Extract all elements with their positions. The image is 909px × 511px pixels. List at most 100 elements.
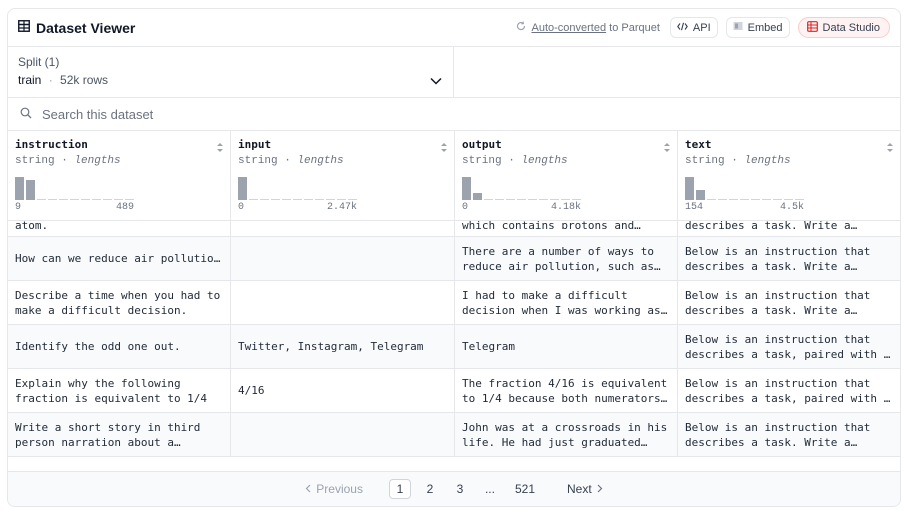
column-name: output (462, 138, 502, 151)
histogram-bar[interactable] (59, 199, 68, 200)
column-header-output[interactable]: output string · lengths 0 4.18k (455, 131, 678, 220)
histogram-bar[interactable] (70, 199, 79, 200)
histogram-bar[interactable] (495, 199, 504, 200)
histogram-bar[interactable] (37, 199, 46, 200)
histogram-bar[interactable] (550, 199, 559, 200)
table-body: Describe the structure of anatom.An atom… (8, 207, 900, 457)
sort-icon[interactable] (886, 140, 894, 158)
split-selector[interactable]: Split (1) train · 52k rows (8, 47, 454, 97)
next-page-button[interactable]: Next (561, 479, 609, 499)
histogram-bar[interactable] (26, 180, 35, 200)
histogram-bar[interactable] (92, 199, 101, 200)
cell-input[interactable]: 4/16 (231, 369, 455, 412)
cell-instruction[interactable]: Explain why the following fraction is equ… (8, 369, 231, 412)
histogram-min: 0 (238, 202, 245, 213)
sort-icon[interactable] (216, 140, 224, 158)
histogram-bar[interactable] (473, 193, 482, 200)
sort-icon[interactable] (440, 140, 448, 158)
cell-output[interactable]: The fraction 4/16 is equivalent to 1/4 be… (455, 369, 678, 412)
histogram-bar[interactable] (81, 199, 90, 200)
column-header-text[interactable]: text string · lengths 154 4.5k (678, 131, 900, 220)
histogram-bar[interactable] (506, 199, 515, 200)
histogram-bar[interactable] (740, 199, 749, 200)
cell-text[interactable]: Below is an instruction thatdescribes a … (678, 281, 900, 324)
histogram-bar[interactable] (751, 199, 760, 200)
length-histogram (462, 176, 581, 200)
histogram-bar[interactable] (718, 199, 727, 200)
table-row[interactable]: Explain why the following fraction is equ… (8, 369, 900, 413)
histogram-bar[interactable] (293, 199, 302, 200)
histogram-bar[interactable] (15, 177, 24, 200)
table-row[interactable]: Write a short story in third person narra… (8, 413, 900, 457)
cell-instruction[interactable]: Identify the odd one out. (8, 325, 231, 368)
cell-input[interactable] (231, 237, 455, 280)
histogram-bar[interactable] (315, 199, 324, 200)
histogram-bar[interactable] (125, 199, 134, 200)
cell-text[interactable]: Below is an instruction thatdescribes a … (678, 237, 900, 280)
cell-line: fraction is equivalent to 1/4 (15, 391, 208, 405)
previous-page-button[interactable]: Previous (299, 479, 369, 499)
histogram-bar[interactable] (572, 199, 581, 200)
histogram-bar[interactable] (337, 199, 346, 200)
histogram-bar[interactable] (114, 199, 123, 200)
search-input[interactable]: Search this dataset (42, 107, 153, 122)
cell-instruction[interactable]: Describe a time when you had to make a di… (8, 281, 231, 324)
page-button[interactable]: 2 (419, 479, 441, 499)
histogram-bar[interactable] (517, 199, 526, 200)
histogram-bar[interactable] (282, 199, 291, 200)
histogram-bar[interactable] (795, 199, 804, 200)
auto-converted-link[interactable]: Auto-converted (531, 22, 606, 34)
histogram-bar[interactable] (304, 199, 313, 200)
cell-text[interactable]: Below is an instruction thatdescribes a … (678, 325, 900, 368)
cell-output[interactable]: Telegram (455, 325, 678, 368)
histogram-bar[interactable] (249, 199, 258, 200)
cell-instruction[interactable]: How can we reduce air pollution? (8, 237, 231, 280)
cell-input[interactable]: Twitter, Instagram, Telegram (231, 325, 455, 368)
page-button[interactable]: 3 (449, 479, 471, 499)
histogram-bar[interactable] (484, 199, 493, 200)
cell-input[interactable] (231, 281, 455, 324)
histogram-bar[interactable] (539, 199, 548, 200)
histogram-bar[interactable] (238, 177, 247, 200)
histogram-bar[interactable] (271, 199, 280, 200)
column-header-input[interactable]: input string · lengths 0 2.47k (231, 131, 455, 220)
cell-output[interactable]: John was at a crossroads in his life. He … (455, 413, 678, 456)
data-studio-button[interactable]: Data Studio (797, 17, 890, 38)
histogram-bar[interactable] (773, 199, 782, 200)
table-icon (18, 19, 30, 37)
histogram-bar[interactable] (528, 199, 537, 200)
histogram-bar[interactable] (784, 199, 793, 200)
table-row[interactable]: Describe a time when you had to make a di… (8, 281, 900, 325)
api-label: API (692, 21, 711, 34)
histogram-bar[interactable] (762, 199, 771, 200)
histogram-bar[interactable] (48, 199, 57, 200)
cell-line: describes a task, paired with a… (685, 391, 893, 405)
histogram-bar[interactable] (685, 177, 694, 200)
page-button[interactable]: 1 (388, 479, 411, 499)
histogram-bar[interactable] (326, 199, 335, 200)
cell-instruction[interactable]: Write a short story in third person narra… (8, 413, 231, 456)
table-row[interactable]: Identify the odd one out. Twitter, Instag… (8, 325, 900, 369)
cell-input[interactable] (231, 413, 455, 456)
histogram-bar[interactable] (561, 199, 570, 200)
cell-output[interactable]: I had to make a difficult decision when I… (455, 281, 678, 324)
page-button[interactable]: 521 (509, 479, 541, 499)
cell-output[interactable]: There are a number of ways to reduce air … (455, 237, 678, 280)
histogram-bar[interactable] (103, 199, 112, 200)
search-bar[interactable]: Search this dataset (8, 98, 900, 131)
cell-text[interactable]: Below is an instruction thatdescribes a … (678, 413, 900, 456)
cell-line: Below is an instruction that (685, 244, 871, 258)
column-header-instruction[interactable]: instruction string · lengths 9 489 (8, 131, 231, 220)
cell-text[interactable]: Below is an instruction thatdescribes a … (678, 369, 900, 412)
embed-button[interactable]: Embed (725, 17, 790, 38)
histogram-bar[interactable] (462, 177, 471, 200)
histogram-bar[interactable] (260, 199, 269, 200)
histogram-bar[interactable] (696, 190, 705, 200)
histogram-bar[interactable] (348, 199, 357, 200)
table-row[interactable]: How can we reduce air pollution? There ar… (8, 237, 900, 281)
chevron-down-icon[interactable] (430, 72, 442, 90)
api-button[interactable]: API (669, 17, 718, 38)
sort-icon[interactable] (663, 140, 671, 158)
histogram-bar[interactable] (707, 199, 716, 200)
histogram-bar[interactable] (729, 199, 738, 200)
